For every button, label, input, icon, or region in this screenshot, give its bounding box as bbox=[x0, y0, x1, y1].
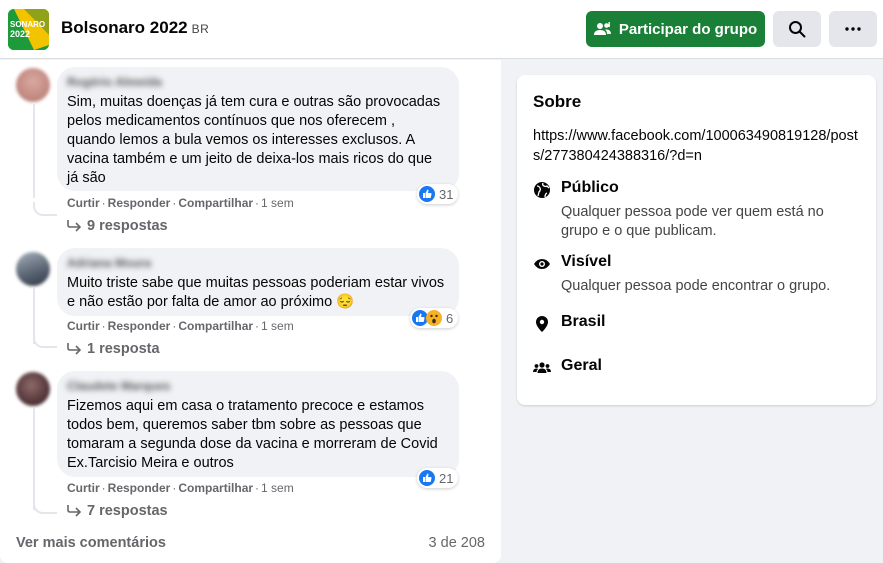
comment-author[interactable]: Rogério Almeida bbox=[67, 75, 447, 89]
comment-text: Sim, muitas doenças já tem cura e outras… bbox=[67, 94, 441, 186]
about-item-label: Brasil bbox=[561, 313, 606, 330]
like-link[interactable]: Curtir bbox=[67, 196, 100, 210]
replies-count: 9 respostas bbox=[87, 218, 168, 234]
globe-icon bbox=[534, 182, 550, 198]
about-title: Sobre bbox=[533, 92, 582, 111]
like-link[interactable]: Curtir bbox=[67, 481, 100, 495]
reply-link[interactable]: Responder bbox=[108, 481, 171, 495]
about-item-label: Público bbox=[561, 179, 619, 196]
people-icon bbox=[533, 362, 551, 373]
about-card: Sobre https://www.facebook.com/100063490… bbox=[517, 75, 876, 405]
share-link[interactable]: Compartilhar bbox=[178, 319, 253, 333]
about-description-link[interactable]: https://www.facebook.com/100063490819128… bbox=[533, 126, 863, 166]
logo-text-2: 2022 bbox=[10, 29, 30, 39]
comment-bubble: Claudete Marques Fizemos aqui em casa o … bbox=[57, 371, 459, 477]
comment-actions: Curtir · Responder · Compartilhar · 1 sem bbox=[67, 481, 294, 495]
comment-author[interactable]: Claudete Marques bbox=[67, 379, 447, 393]
like-link[interactable]: Curtir bbox=[67, 319, 100, 333]
comment-time[interactable]: 1 sem bbox=[261, 319, 294, 333]
join-label: Participar do grupo bbox=[618, 20, 758, 38]
comment-author[interactable]: Adriana Moura bbox=[67, 256, 447, 270]
more-options-button[interactable] bbox=[829, 11, 877, 47]
group-logo[interactable]: SONARO 2022 bbox=[8, 9, 49, 50]
comment-time[interactable]: 1 sem bbox=[261, 481, 294, 495]
comment-text: Fizemos aqui em casa o tratamento precoc… bbox=[67, 398, 438, 471]
comments-panel: Rogério Almeida Sim, muitas doenças já t… bbox=[0, 60, 501, 563]
view-replies-link[interactable]: 7 respostas bbox=[67, 503, 168, 519]
avatar[interactable] bbox=[16, 372, 50, 406]
search-icon bbox=[789, 21, 806, 38]
reactions-badge[interactable]: 6 bbox=[410, 308, 459, 328]
thread-line bbox=[33, 408, 35, 510]
comment-text: Muito triste sabe que muitas pessoas pod… bbox=[67, 275, 445, 310]
eye-icon bbox=[534, 259, 550, 269]
location-pin-icon bbox=[536, 316, 548, 332]
about-item-label: Visível bbox=[561, 253, 612, 270]
view-more-comments-link[interactable]: Ver mais comentários bbox=[16, 535, 166, 551]
comment-time[interactable]: 1 sem bbox=[261, 196, 294, 210]
wow-icon bbox=[426, 310, 442, 326]
reply-arrow-icon bbox=[67, 343, 81, 355]
about-item-desc: Qualquer pessoa pode encontrar o grupo. bbox=[561, 278, 831, 294]
reactions-badge[interactable]: 21 bbox=[417, 468, 459, 488]
country-flag: BR bbox=[191, 22, 210, 36]
share-link[interactable]: Compartilhar bbox=[178, 196, 253, 210]
more-dots-icon bbox=[845, 27, 861, 31]
comment-actions: Curtir · Responder · Compartilhar · 1 sem bbox=[67, 196, 294, 210]
thread-curve bbox=[33, 334, 57, 348]
reply-link[interactable]: Responder bbox=[108, 319, 171, 333]
thread-curve bbox=[33, 500, 57, 514]
logo-text-1: SONARO bbox=[10, 20, 45, 29]
about-item-label: Geral bbox=[561, 357, 602, 374]
search-button[interactable] bbox=[773, 11, 821, 47]
view-replies-link[interactable]: 9 respostas bbox=[67, 218, 168, 234]
group-header: SONARO 2022 Bolsonaro 2022 BR Participar … bbox=[0, 0, 883, 59]
comment-actions: Curtir · Responder · Compartilhar · 1 sem bbox=[67, 319, 294, 333]
reaction-count: 31 bbox=[439, 186, 454, 202]
join-group-button[interactable]: Participar do grupo bbox=[586, 11, 765, 47]
reaction-count: 6 bbox=[446, 310, 454, 326]
like-icon bbox=[419, 186, 435, 202]
like-icon bbox=[419, 470, 435, 486]
reactions-badge[interactable]: 31 bbox=[417, 184, 459, 204]
replies-count: 7 respostas bbox=[87, 503, 168, 519]
comments-count: 3 de 208 bbox=[428, 535, 485, 551]
comment-bubble: Adriana Moura Muito triste sabe que muit… bbox=[57, 248, 459, 316]
thread-line bbox=[33, 104, 35, 198]
group-name[interactable]: Bolsonaro 2022 bbox=[61, 18, 188, 37]
thread-curve bbox=[33, 202, 57, 216]
comment-bubble: Rogério Almeida Sim, muitas doenças já t… bbox=[57, 67, 459, 191]
share-link[interactable]: Compartilhar bbox=[178, 481, 253, 495]
group-add-icon bbox=[593, 22, 611, 35]
reply-arrow-icon bbox=[67, 220, 81, 232]
about-item-desc: Qualquer pessoa pode ver quem está no gr… bbox=[561, 204, 824, 239]
avatar[interactable] bbox=[16, 68, 50, 102]
reply-arrow-icon bbox=[67, 505, 81, 517]
replies-count: 1 resposta bbox=[87, 341, 160, 357]
view-replies-link[interactable]: 1 resposta bbox=[67, 341, 160, 357]
reaction-count: 21 bbox=[439, 470, 454, 486]
reply-link[interactable]: Responder bbox=[108, 196, 171, 210]
avatar[interactable] bbox=[16, 252, 50, 286]
group-title[interactable]: Bolsonaro 2022 BR bbox=[61, 18, 209, 38]
